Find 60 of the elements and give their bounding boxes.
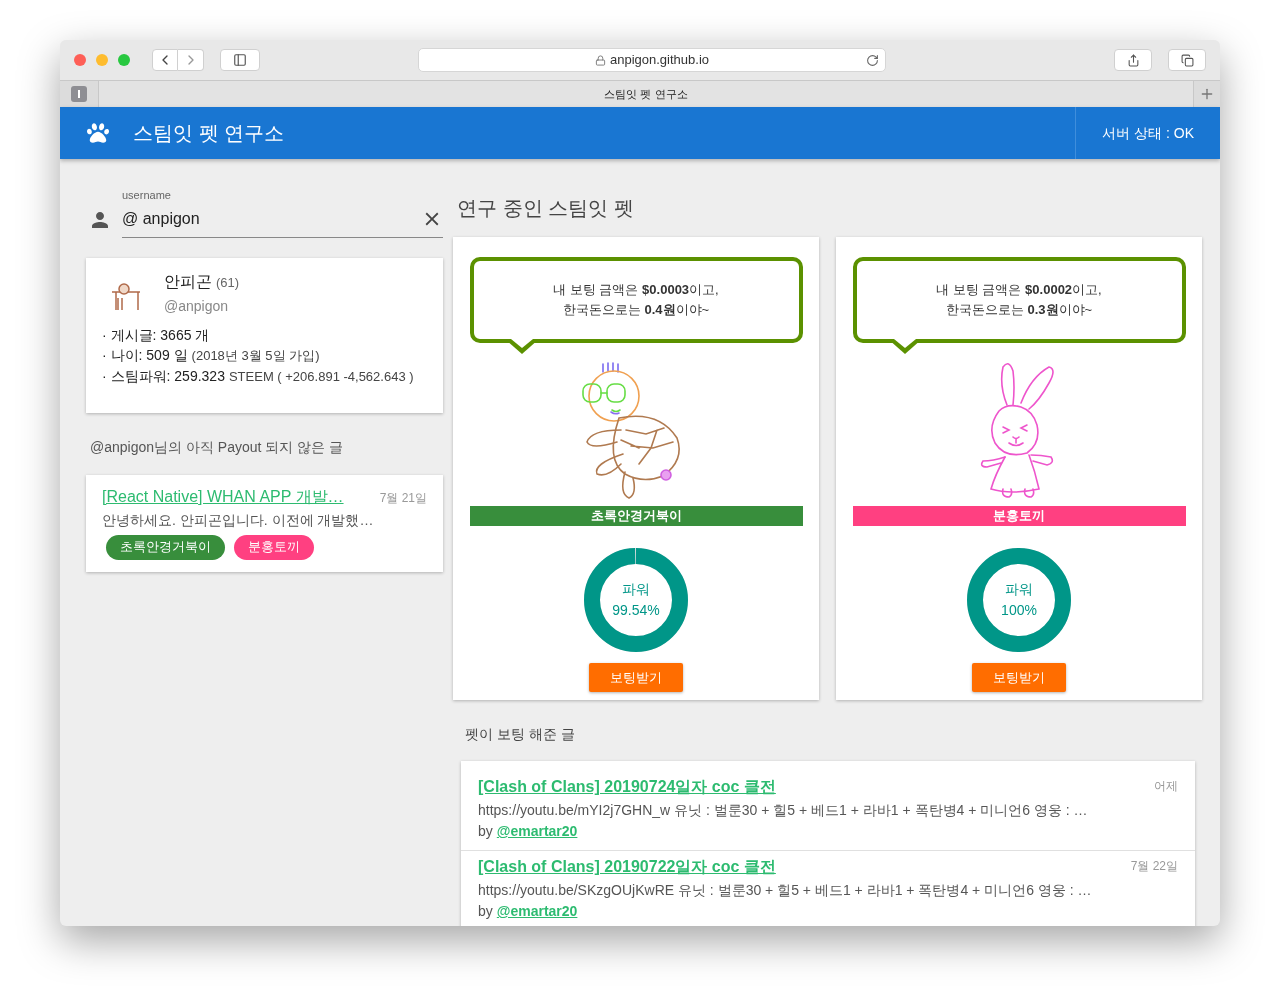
- maximize-window-icon[interactable]: [118, 54, 130, 66]
- power-label: 파워: [1005, 580, 1033, 599]
- tabs-icon: [1180, 53, 1194, 67]
- server-status: 서버 상태 : OK: [1102, 123, 1194, 143]
- share-button[interactable]: [1114, 49, 1152, 71]
- stat-note: (2018년 3월 5일 가입): [191, 346, 320, 365]
- bubble-text: 내 보팅 금액은 $0.0003이고,: [553, 281, 719, 299]
- power-value: 99.54%: [612, 601, 660, 620]
- reputation: (61): [216, 273, 240, 292]
- pinned-tab-icon[interactable]: [71, 86, 87, 102]
- sidebar-icon: [233, 53, 247, 67]
- browser-tab[interactable]: 스팀잇 펫 연구소: [98, 81, 1194, 107]
- author-link[interactable]: @emartar20: [496, 821, 578, 842]
- author-link[interactable]: @emartar20: [496, 901, 578, 922]
- url-text: anpigon.github.io: [610, 51, 709, 70]
- vote-button[interactable]: 보팅받기: [589, 663, 683, 692]
- reload-icon[interactable]: [866, 53, 879, 67]
- by-label: by: [478, 822, 493, 841]
- pet-name-bar: 초록안경거북이: [469, 506, 803, 526]
- lock-icon: [595, 54, 606, 66]
- post-date: 어제: [1154, 778, 1178, 795]
- field-value: @ anpigon: [122, 208, 201, 229]
- by-label: by: [478, 902, 493, 921]
- new-tab-icon[interactable]: [1199, 86, 1215, 102]
- post-excerpt: 안녕하세요. 안피곤입니다. 이전에 개발했…: [102, 510, 375, 530]
- pet-tag: 초록안경거북이: [106, 534, 225, 560]
- post-date: 7월 22일: [1130, 858, 1178, 875]
- power-label: 파워: [622, 580, 650, 599]
- profile-handle: @anpigon: [164, 296, 230, 316]
- section-heading: 펫이 보팅 해준 글: [465, 725, 576, 744]
- pet-tag: 분홍토끼: [234, 534, 314, 560]
- post-excerpt: https://youtu.be/mYI2j7GHN_w 유닛 : 벌룬30 + 힐5 + 베드1 + 라바1 + 폭탄병4 + 미니언6 영웅 : …: [478, 801, 1089, 820]
- pet-name-bar: 분홍토끼: [852, 506, 1186, 526]
- profile-stat: · 게시글: 3665 개: [102, 325, 210, 345]
- bubble-text: 한국돈으로는 0.3원이야~: [945, 301, 1093, 319]
- post-title-link[interactable]: [Clash of Clans] 20190722일자 coc 클전: [478, 855, 776, 879]
- back-button[interactable]: [152, 49, 178, 71]
- field-label: username: [122, 188, 172, 203]
- share-icon: [1126, 53, 1140, 67]
- tabs-button[interactable]: [1168, 49, 1206, 71]
- stat-note: STEEM ( +206.891 -4,562.643 ): [228, 367, 414, 386]
- section-heading: @anpigon님의 아직 Payout 되지 않은 글: [90, 437, 345, 457]
- pets-heading: 연구 중인 스팀잇 펫: [457, 196, 635, 221]
- profile-stat: · 스팀파워: 259.323: [102, 366, 225, 386]
- vote-button[interactable]: 보팅받기: [972, 663, 1066, 692]
- sidebar-button[interactable]: [220, 49, 260, 71]
- post-date: 7월 21일: [379, 489, 427, 507]
- post-excerpt: https://youtu.be/SKzgOUjKwRE 유닛 : 벌룬30 + 힐5 + 베드1 + 라바1 + 폭탄병4 + 미니언6 영웅 : …: [478, 881, 1093, 900]
- username-field[interactable]: username @ anpigon: [122, 187, 443, 238]
- post-title-link[interactable]: [Clash of Clans] 20190724일자 coc 클전: [478, 775, 776, 799]
- power-value: 100%: [1001, 601, 1037, 620]
- app-title: 스팀잇 펫 연구소: [133, 121, 285, 146]
- bubble-text: 한국돈으로는 0.4원이야~: [562, 301, 710, 319]
- profile-name: 안피곤: [164, 271, 212, 292]
- bubble-text: 내 보팅 금액은 $0.0002이고,: [936, 281, 1102, 299]
- address-bar[interactable]: anpigon.github.io: [418, 48, 886, 72]
- post-title-link[interactable]: [React Native] WHAN APP 개발…: [102, 484, 344, 509]
- profile-stat: · 나이: 509 일: [102, 345, 188, 365]
- paw-icon: [87, 122, 109, 144]
- close-window-icon[interactable]: [74, 54, 86, 66]
